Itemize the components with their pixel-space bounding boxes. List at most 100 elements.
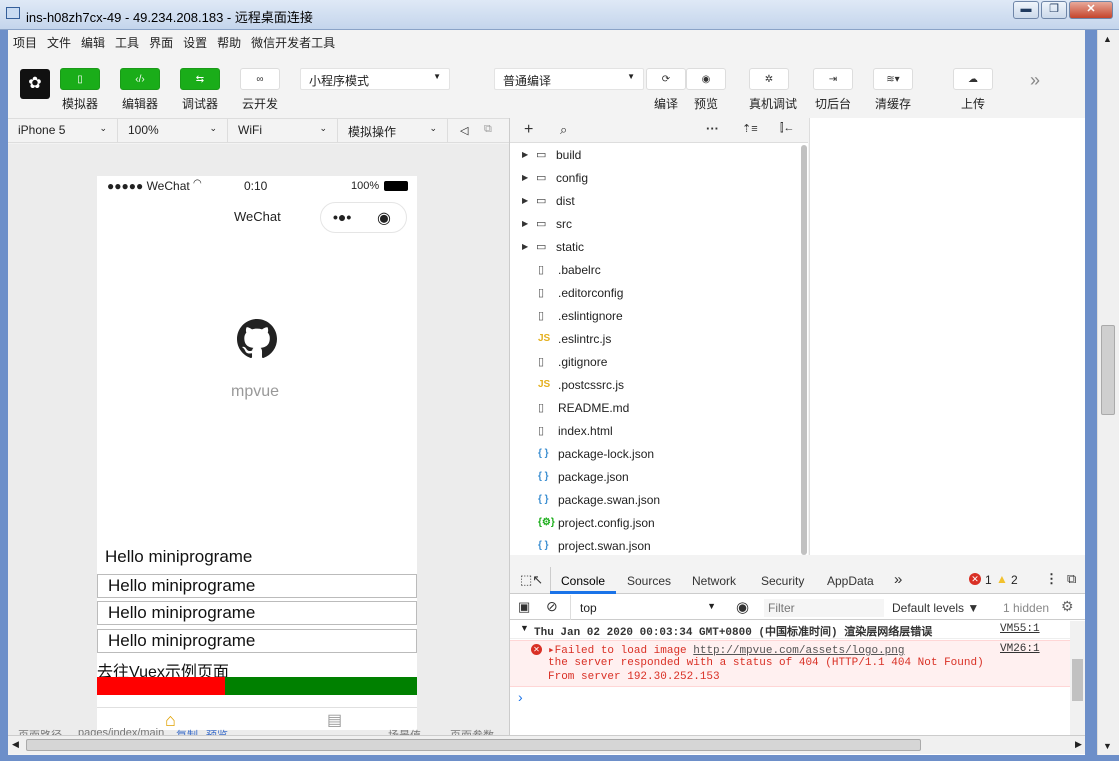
vertical-scroll-thumb[interactable] bbox=[1101, 325, 1115, 415]
file-item[interactable]: ▯ .gitignore bbox=[510, 351, 800, 374]
context-select[interactable]: top ▼ bbox=[576, 599, 716, 616]
simulator-button[interactable]: ▯ 模拟器 bbox=[60, 68, 100, 112]
mode-select[interactable]: 小程序模式 ▼ bbox=[300, 68, 450, 90]
hello-card[interactable]: Hello miniprograme bbox=[97, 601, 417, 625]
menu-item-devtools[interactable]: 微信开发者工具 bbox=[251, 34, 335, 51]
volume-icon[interactable]: ◁ bbox=[460, 124, 468, 137]
more-dots-icon[interactable]: •●• bbox=[333, 209, 351, 225]
file-item[interactable]: { } package-lock.json bbox=[510, 443, 800, 466]
file-item[interactable]: JS .postcssrc.js bbox=[510, 374, 800, 397]
tab-security[interactable]: Security bbox=[761, 574, 804, 588]
file-item[interactable]: JS .eslintrc.js bbox=[510, 328, 800, 351]
collapse-icon[interactable]: ⫿← bbox=[780, 122, 795, 135]
dock-icon[interactable]: ⧉ bbox=[1067, 571, 1076, 587]
file-item[interactable]: { } package.json bbox=[510, 466, 800, 489]
console-scrollbar[interactable] bbox=[1070, 621, 1085, 747]
menu-item-project[interactable]: 项目 bbox=[13, 34, 37, 51]
menu-item-file[interactable]: 文件 bbox=[47, 34, 71, 51]
tab-sources[interactable]: Sources bbox=[627, 574, 671, 588]
file-item[interactable]: ▯ .babelrc bbox=[510, 259, 800, 282]
clear-cache-button[interactable]: ≋▾ 清缓存 bbox=[873, 68, 913, 112]
error-count[interactable]: 1 bbox=[985, 573, 992, 587]
debugger-button[interactable]: ⇆ 调试器 bbox=[180, 68, 220, 112]
file-item[interactable]: { } project.swan.json bbox=[510, 535, 800, 558]
background-button[interactable]: ⇥ 切后台 bbox=[813, 68, 853, 112]
hello-card[interactable]: Hello miniprograme bbox=[97, 574, 417, 598]
more-tools-icon[interactable]: » bbox=[1030, 70, 1040, 91]
folder-item[interactable]: ▶ ▭ build bbox=[510, 144, 800, 167]
popout-icon[interactable]: ⧉ bbox=[484, 123, 492, 136]
explorer-scrollbar[interactable] bbox=[801, 145, 807, 555]
more-icon[interactable]: ··· bbox=[706, 121, 719, 136]
compile-mode-select[interactable]: 普通编译 ▼ bbox=[494, 68, 644, 90]
close-target-icon[interactable]: ◉ bbox=[377, 208, 391, 228]
error-source-link[interactable]: VM26:1 bbox=[1000, 643, 1040, 655]
expand-arrow-icon[interactable]: ▶ bbox=[522, 196, 528, 205]
remote-debug-button[interactable]: ✲ 真机调试 bbox=[749, 68, 797, 112]
folder-item[interactable]: ▶ ▭ dist bbox=[510, 190, 800, 213]
sort-icon[interactable]: ⇡≡ bbox=[742, 122, 758, 135]
add-icon[interactable]: + bbox=[524, 121, 533, 139]
inspect-icon[interactable]: ⬚↖ bbox=[520, 572, 543, 588]
file-item[interactable]: {⚙} project.config.json bbox=[510, 512, 800, 535]
preview-button[interactable]: ◉ 预览 bbox=[686, 68, 726, 112]
menu-item-edit[interactable]: 编辑 bbox=[81, 34, 105, 51]
error-log-row[interactable]: ✕ ▸Failed to load image http://mpvue.com… bbox=[510, 640, 1070, 687]
settings-gear-icon[interactable]: ⚙ bbox=[1061, 598, 1074, 615]
console-prompt[interactable]: › bbox=[518, 689, 523, 705]
file-item[interactable]: ▯ README.md bbox=[510, 397, 800, 420]
log-levels-select[interactable]: Default levels ▼ bbox=[892, 601, 979, 615]
folder-item[interactable]: ▶ ▭ src bbox=[510, 213, 800, 236]
tab-console[interactable]: Console bbox=[561, 574, 605, 588]
folder-item[interactable]: ▶ ▭ static bbox=[510, 236, 800, 259]
sidebar-toggle-icon[interactable]: ▣ bbox=[518, 599, 530, 615]
error-url-link[interactable]: http://mpvue.com/assets/logo.png bbox=[693, 645, 904, 657]
file-item[interactable]: { } package.swan.json bbox=[510, 489, 800, 512]
scroll-left-icon[interactable]: ◀ bbox=[12, 739, 19, 750]
file-item[interactable]: ▯ index.html bbox=[510, 420, 800, 443]
remote-horizontal-scrollbar[interactable]: ◀ ▶ bbox=[8, 735, 1085, 754]
kebab-menu-icon[interactable]: ⋮ bbox=[1045, 571, 1058, 587]
file-item[interactable]: ▯ .eslintignore bbox=[510, 305, 800, 328]
file-item[interactable]: ▯ .editorconfig bbox=[510, 282, 800, 305]
menu-item-settings[interactable]: 设置 bbox=[183, 34, 207, 51]
maximize-button[interactable]: ❐ bbox=[1041, 1, 1067, 19]
console-filter-input[interactable] bbox=[764, 599, 884, 617]
operation-select[interactable]: 模拟操作 ⌄ bbox=[338, 119, 448, 143]
expand-triangle-icon[interactable]: ▼ bbox=[520, 623, 529, 633]
minimize-button[interactable]: ▬ bbox=[1013, 1, 1039, 19]
zoom-select[interactable]: 100% ⌄ bbox=[118, 119, 228, 143]
cloud-dev-button[interactable]: ∞ 云开发 bbox=[240, 68, 280, 112]
tab-appdata[interactable]: AppData bbox=[827, 574, 874, 588]
expand-triangle-icon[interactable]: ▸ bbox=[548, 645, 555, 657]
menu-item-tools[interactable]: 工具 bbox=[115, 34, 139, 51]
scroll-up-icon[interactable]: ▲ bbox=[1103, 34, 1112, 44]
scroll-down-icon[interactable]: ▼ bbox=[1103, 741, 1112, 751]
menu-item-help[interactable]: 帮助 bbox=[217, 34, 241, 51]
editor-button[interactable]: ‹/› 编辑器 bbox=[120, 68, 160, 112]
remote-vertical-scrollbar[interactable]: ▲ ▼ bbox=[1097, 30, 1119, 755]
menu-item-view[interactable]: 界面 bbox=[149, 34, 173, 51]
folder-item[interactable]: ▶ ▭ config bbox=[510, 167, 800, 190]
tab-network[interactable]: Network bbox=[692, 574, 736, 588]
expand-arrow-icon[interactable]: ▶ bbox=[522, 173, 528, 182]
avatar[interactable]: ✿ bbox=[20, 69, 50, 99]
upload-button[interactable]: ☁ 上传 bbox=[953, 68, 993, 112]
more-tabs-icon[interactable]: » bbox=[894, 571, 902, 588]
hello-card[interactable]: Hello miniprograme bbox=[97, 629, 417, 653]
log-source-link[interactable]: VM55:1 bbox=[1000, 623, 1040, 635]
expand-arrow-icon[interactable]: ▶ bbox=[522, 242, 528, 251]
expand-arrow-icon[interactable]: ▶ bbox=[522, 219, 528, 228]
expand-arrow-icon[interactable]: ▶ bbox=[522, 150, 528, 159]
scroll-right-icon[interactable]: ▶ bbox=[1075, 739, 1082, 750]
eye-icon[interactable]: ◉ bbox=[736, 598, 749, 616]
device-select[interactable]: iPhone 5 ⌄ bbox=[8, 119, 118, 143]
compile-button[interactable]: ⟳ 编译 bbox=[646, 68, 686, 112]
network-select[interactable]: WiFi ⌄ bbox=[228, 119, 338, 143]
log-group-row[interactable]: ▼ Thu Jan 02 2020 00:03:34 GMT+0800 (中国标… bbox=[510, 621, 1070, 639]
clear-console-icon[interactable]: ⊘ bbox=[546, 598, 558, 615]
warning-count[interactable]: 2 bbox=[1011, 573, 1018, 587]
horizontal-scroll-thumb[interactable] bbox=[26, 739, 921, 751]
search-icon[interactable]: ⌕ bbox=[560, 122, 567, 138]
console-scroll-thumb[interactable] bbox=[1072, 659, 1083, 701]
